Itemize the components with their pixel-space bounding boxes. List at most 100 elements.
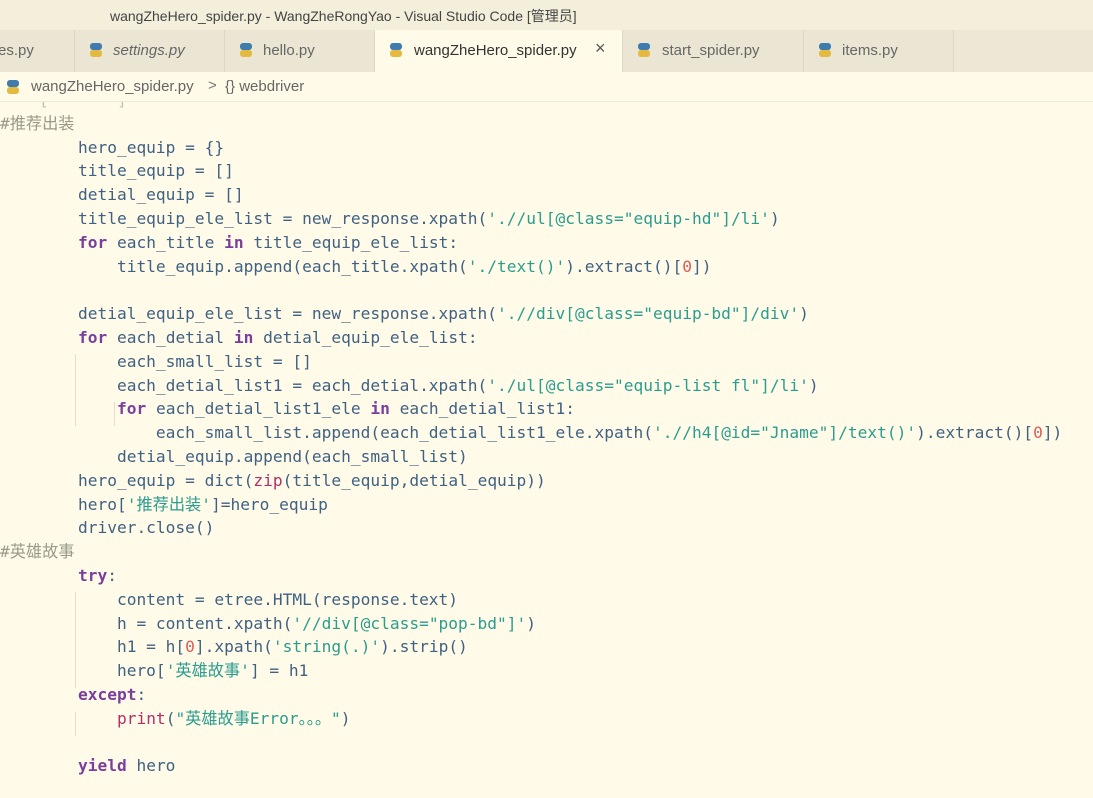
code-token: (title_equip,detial_equip)) — [282, 470, 546, 490]
code-line: driver.close() — [0, 516, 214, 540]
code-token: each_small_list.append(each_detial_list1… — [0, 423, 653, 443]
code-line: h1 = h[0].xpath('string(.)').strip() — [0, 635, 468, 659]
python-file-icon — [390, 43, 402, 57]
code-token: detial_equip_ele_list: — [253, 328, 478, 347]
code-line: for each_detial in detial_equip_ele_list… — [0, 326, 478, 350]
code-token: zip — [253, 470, 283, 490]
tab-label: wangZheHero_spider.py — [414, 42, 577, 59]
code-token: except — [77, 685, 137, 704]
window-title: wangZheHero_spider.py - WangZheRongYao -… — [110, 8, 577, 24]
code-token: detial_equip = [] — [0, 185, 244, 205]
code-token: './text()' — [467, 256, 566, 276]
code-line: #英雄故事 — [0, 540, 75, 564]
code-token: content = etree.HTML(response.text) — [0, 589, 459, 609]
code-line: for each_detial_list1_ele in each_detial… — [0, 397, 575, 421]
code-token: '英雄故事' — [165, 661, 250, 681]
code-token: driver.close() — [0, 518, 215, 538]
code-token: each_detial_list1 = each_detial.xpath( — [0, 375, 488, 395]
code-line: each_detial_list1 = each_detial.xpath('.… — [0, 374, 819, 398]
tab-wangzhehero-spider[interactable]: wangZheHero_spider.py × — [375, 30, 623, 72]
code-token: title_equip_ele_list = new_response.xpat… — [0, 209, 488, 228]
code-token: 'string(.)' — [272, 637, 381, 657]
code-token: in — [233, 328, 254, 347]
code-token: ] = h1 — [249, 661, 309, 681]
code-token: print — [116, 708, 166, 728]
code-line: except: — [0, 683, 146, 707]
code-line: h = content.xpath('//div[@class="pop-bd"… — [0, 612, 536, 636]
code-line: [ ‘ ’ ] ‘ ’ — [0, 102, 175, 112]
code-token: ) — [799, 304, 809, 324]
tab-label: items.py — [842, 42, 898, 59]
code-token: detial_equip.append(each_small_list) — [0, 447, 468, 466]
close-icon[interactable]: × — [595, 38, 606, 59]
tab-bar: es.py settings.py hello.py wangZheHero_s… — [0, 30, 1093, 72]
python-file-icon — [90, 43, 102, 57]
code-editor[interactable]: [ ‘ ’ ] ‘ ’ #推荐出装 hero_equip = {} title_e… — [0, 102, 1093, 798]
code-token: each_detial — [107, 328, 234, 347]
braces-icon: {} — [225, 78, 236, 95]
python-file-icon — [7, 80, 19, 94]
code-token: ( — [165, 708, 176, 728]
python-file-icon — [819, 43, 831, 57]
code-token: ( — [243, 470, 254, 490]
code-line: title_equip.append(each_title.xpath('./t… — [0, 255, 712, 279]
code-token: in — [224, 232, 244, 252]
code-line: #推荐出装 — [0, 112, 75, 136]
code-line: title_equip = [] — [0, 159, 234, 183]
code-token: hero_equip = {} — [0, 137, 225, 157]
python-file-icon — [638, 43, 650, 57]
code-line: content = etree.HTML(response.text) — [0, 588, 458, 612]
code-token: './/ul[@class="equip-hd"]/li' — [487, 209, 770, 228]
code-line: detial_equip_ele_list = new_response.xpa… — [0, 302, 809, 326]
breadcrumb-scope[interactable]: {} webdriver — [225, 78, 304, 95]
breadcrumb-scope-label: webdriver — [239, 78, 305, 95]
code-token: : — [107, 566, 117, 585]
breadcrumb-file[interactable]: wangZheHero_spider.py — [31, 78, 194, 95]
tab-items[interactable]: items.py — [804, 30, 954, 72]
code-token: for — [77, 328, 108, 347]
code-token: title_equip.append(each_title.xpath( — [0, 256, 468, 276]
code-token: ) — [340, 708, 351, 728]
code-token: each_title — [107, 232, 225, 252]
code-token: for — [116, 399, 147, 419]
breadcrumb: wangZheHero_spider.py > {} webdriver — [0, 72, 1093, 102]
code-line: print("英雄故事Error。。。") — [0, 707, 351, 731]
code-line: hero_equip = {} — [0, 136, 224, 160]
code-token: hero — [126, 756, 176, 776]
code-token: './/div[@class="equip-bd"]/div' — [497, 304, 800, 324]
code-token: ).extract()[ — [565, 256, 683, 276]
code-token: #推荐出装 — [0, 113, 75, 133]
code-line: hero['英雄故事'] = h1 — [0, 659, 308, 683]
code-token: ).extract()[ — [916, 423, 1034, 443]
code-line: yield hero — [0, 754, 175, 778]
code-token: in — [370, 399, 390, 419]
code-line: detial_equip.append(each_small_list) — [0, 445, 468, 469]
code-token: [ ‘ ’ ] ‘ ’ — [0, 102, 175, 109]
tab-es[interactable]: es.py — [0, 30, 75, 72]
code-token: './ul[@class="equip-list fl"]/li' — [487, 375, 809, 395]
code-token: 0 — [682, 256, 692, 276]
tab-start-spider[interactable]: start_spider.py — [623, 30, 804, 72]
code-line: each_small_list.append(each_detial_list1… — [0, 421, 1062, 445]
code-token: './/h4[@id="Jname"]/text()' — [652, 423, 917, 443]
code-token: hero[ — [0, 661, 166, 681]
tab-settings[interactable]: settings.py — [75, 30, 225, 72]
code-token: each_small_list = [] — [0, 351, 312, 371]
code-token: ) — [769, 209, 780, 228]
code-line: try: — [0, 564, 117, 588]
tab-label: es.py — [0, 42, 34, 59]
code-token: 0 — [1033, 423, 1043, 443]
code-token: #英雄故事 — [0, 542, 75, 562]
tab-hello[interactable]: hello.py — [225, 30, 375, 72]
python-file-icon — [240, 43, 252, 57]
code-token: h1 = h[ — [0, 637, 186, 657]
code-token: title_equip_ele_list: — [243, 232, 459, 252]
tab-label: start_spider.py — [662, 42, 760, 59]
code-token: h = content.xpath( — [0, 613, 293, 633]
code-token: '推荐出装' — [126, 494, 211, 514]
code-token: try — [77, 566, 108, 585]
tab-label: hello.py — [263, 42, 315, 59]
